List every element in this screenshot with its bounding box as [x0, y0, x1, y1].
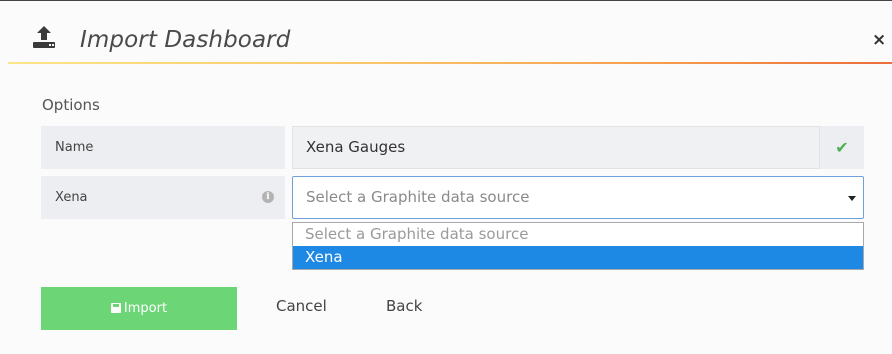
dropdown-option-xena[interactable]: Xena — [293, 246, 863, 269]
back-button[interactable]: Back — [386, 297, 422, 315]
dropdown-option-placeholder[interactable]: Select a Graphite data source — [293, 223, 863, 246]
upload-icon — [33, 25, 55, 49]
name-input[interactable]: Xena Gauges — [292, 126, 820, 169]
check-icon: ✔ — [820, 126, 864, 169]
modal-title: Import Dashboard — [80, 27, 291, 53]
datasource-select-value: Select a Graphite data source — [306, 188, 530, 206]
modal-header: Import Dashboard × — [0, 1, 892, 64]
options-section-title: Options — [42, 96, 100, 114]
datasource-label: Xena i — [41, 176, 285, 219]
import-button[interactable]: Import — [41, 287, 237, 330]
name-label: Name — [41, 126, 285, 169]
cancel-button[interactable]: Cancel — [276, 297, 327, 315]
save-icon — [110, 303, 121, 313]
import-button-label: Import — [123, 301, 168, 316]
datasource-select[interactable]: Select a Graphite data source — [292, 176, 864, 219]
header-divider — [8, 62, 892, 64]
name-label-text: Name — [55, 140, 94, 155]
import-dashboard-modal: Import Dashboard × Options Name Xena Gau… — [0, 0, 892, 354]
close-icon[interactable]: × — [872, 31, 886, 49]
datasource-label-text: Xena — [55, 190, 88, 205]
info-icon[interactable]: i — [262, 191, 274, 203]
chevron-down-icon — [848, 196, 856, 201]
datasource-dropdown-list: Select a Graphite data source Xena — [292, 222, 864, 270]
